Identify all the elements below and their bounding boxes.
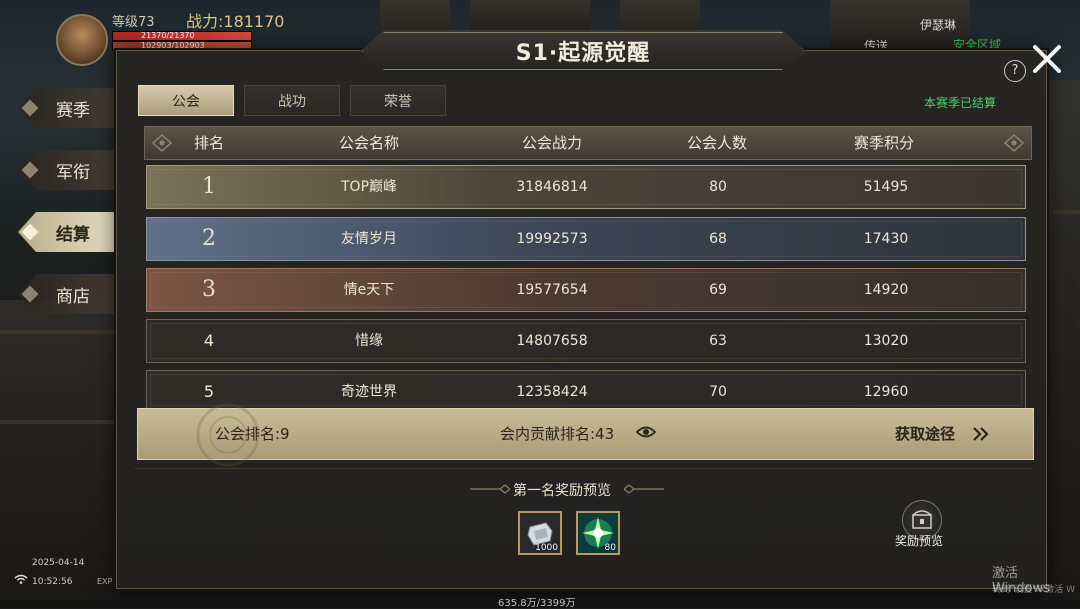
side-tab-label: 商店 <box>56 286 90 307</box>
ornament-icon <box>151 133 173 153</box>
side-tab-shop[interactable]: 商店 <box>18 274 116 314</box>
panel-title: S1·起源觉醒 <box>515 41 651 66</box>
row-guild-power: 31846814 <box>516 179 588 195</box>
table-row[interactable]: 3 情e天下 19577654 69 14920 <box>146 268 1026 312</box>
row-guild-name: TOP巅峰 <box>340 179 398 195</box>
my-guild-bar: 公会排名:9 会内贡献排名:43 获取途径 <box>137 403 1034 467</box>
tab-guild[interactable]: 公会 <box>138 85 234 116</box>
table-row[interactable]: 1 TOP巅峰 31846814 80 51495 <box>146 165 1026 209</box>
guild-rank-text: 公会排名:9 <box>215 425 290 443</box>
date-display: 2025-04-14 <box>32 558 85 568</box>
divider <box>135 468 1031 469</box>
row-season-score: 14920 <box>863 282 909 298</box>
double-chevron-right-icon[interactable] <box>972 426 990 442</box>
side-tab-label: 军衔 <box>56 162 90 183</box>
close-icon[interactable] <box>1030 42 1064 76</box>
row-guild-power: 19577654 <box>516 282 588 298</box>
ornament-left-icon <box>470 484 510 494</box>
table-row[interactable]: 4 惜缘 14807658 63 13020 <box>146 319 1026 363</box>
ornament-right-icon <box>624 484 664 494</box>
row-season-score: 51495 <box>863 179 909 195</box>
header-guild-power: 公会战力 <box>521 134 583 152</box>
row-guild-name: 奇迹世界 <box>341 384 397 400</box>
reward-count: 1000 <box>535 543 558 553</box>
reward-item[interactable]: 1000 <box>518 511 562 555</box>
row-member-count: 70 <box>709 384 727 400</box>
row-season-score: 12960 <box>863 384 909 400</box>
row-season-score: 13020 <box>863 333 909 349</box>
tab-label: 荣誉 <box>384 93 412 110</box>
ornament-icon <box>1003 133 1025 153</box>
row-season-score: 17430 <box>863 231 909 247</box>
side-tab-settlement[interactable]: 结算 <box>18 212 116 252</box>
reward-count: 80 <box>604 543 616 553</box>
header-rank: 排名 <box>193 134 225 152</box>
row-member-count: 69 <box>709 282 727 298</box>
reward-preview-label[interactable]: 奖励预览 <box>895 532 943 549</box>
reward-item[interactable]: 80 <box>576 511 620 555</box>
row-member-count: 80 <box>709 179 727 195</box>
tab-label: 公会 <box>172 93 200 110</box>
header-member-count: 公会人数 <box>686 134 748 152</box>
exp-value: 635.8万/3399万 <box>498 598 576 609</box>
player-avatar[interactable] <box>56 14 108 66</box>
row-rank: 3 <box>202 277 216 302</box>
season-status: 本赛季已结算 <box>924 96 997 110</box>
windows-activation-hint: 转到"设置"以激活 W <box>992 585 1076 595</box>
tab-label: 战功 <box>278 93 306 110</box>
row-guild-name: 情e天下 <box>343 282 395 298</box>
player-power: 战力:181170 <box>186 12 285 31</box>
player-level: 等级73 <box>112 15 155 30</box>
tab-honor[interactable]: 荣誉 <box>350 85 446 116</box>
side-tab-rank[interactable]: 军衔 <box>18 150 116 190</box>
row-guild-power: 14807658 <box>516 333 588 349</box>
wifi-icon <box>14 574 28 584</box>
clock-display: 10:52:56 <box>32 577 73 587</box>
help-icon[interactable]: ? <box>1004 60 1026 82</box>
row-guild-power: 19992573 <box>516 231 588 247</box>
title-plate: S1·起源觉醒 <box>360 30 806 72</box>
row-guild-power: 12358424 <box>516 384 588 400</box>
eye-icon[interactable] <box>636 425 656 439</box>
table-row[interactable]: 2 友情岁月 19992573 68 17430 <box>146 217 1026 261</box>
row-member-count: 68 <box>709 231 727 247</box>
tab-merit[interactable]: 战功 <box>244 85 340 116</box>
exp-label: EXP <box>97 577 113 586</box>
header-season-score: 赛季积分 <box>853 134 915 152</box>
header-guild-name: 公会名称 <box>338 134 400 152</box>
side-tab-season[interactable]: 赛季 <box>18 88 116 128</box>
row-guild-name: 友情岁月 <box>341 231 397 247</box>
obtain-method-link[interactable]: 获取途径 <box>895 409 955 459</box>
row-rank: 2 <box>202 226 216 251</box>
row-guild-name: 惜缘 <box>355 333 383 349</box>
reward-preview-title: 第一名奖励预览 <box>513 483 611 499</box>
row-member-count: 63 <box>709 333 727 349</box>
contribution-rank-text: 会内贡献排名:43 <box>500 425 615 443</box>
side-tab-label: 结算 <box>56 224 90 245</box>
table-header: 排名 公会名称 公会战力 公会人数 赛季积分 <box>144 126 1032 160</box>
target-name: 伊瑟琳 <box>920 18 957 32</box>
row-rank: 1 <box>202 174 216 199</box>
side-tab-label: 赛季 <box>56 100 90 121</box>
row-rank: 4 <box>203 331 215 350</box>
